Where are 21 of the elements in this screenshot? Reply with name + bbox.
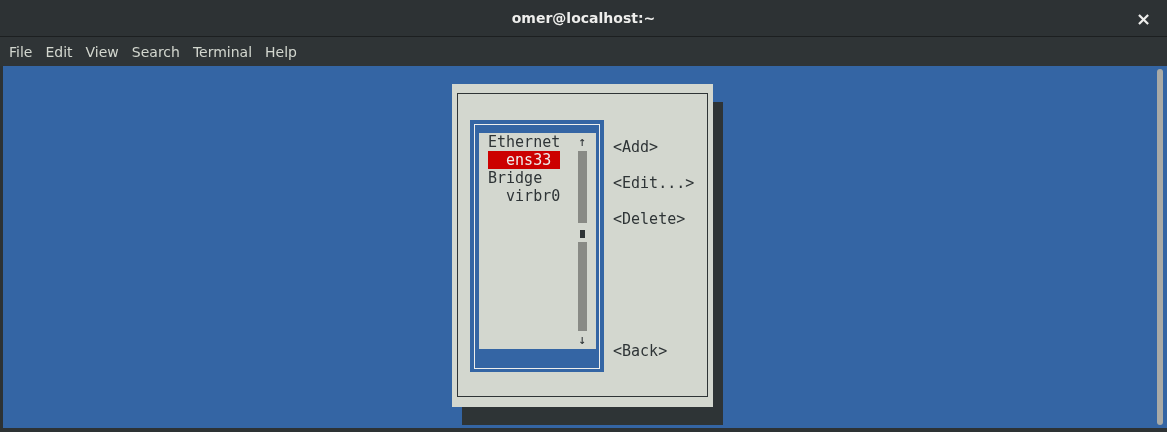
menu-item[interactable]: Search [124, 41, 186, 62]
menu-item[interactable]: Help [258, 41, 303, 62]
menu-item[interactable]: Terminal [185, 41, 259, 62]
scrollbar-thumb[interactable] [580, 229, 585, 238]
action-button[interactable]: <Delete> [613, 210, 686, 228]
group-label: Ethernet [488, 133, 561, 151]
action-button[interactable]: <Edit...> [613, 174, 695, 192]
scroll-down-arrow[interactable]: ↓ [578, 331, 587, 349]
scroll-up-arrow[interactable]: ↑ [578, 133, 587, 151]
close-button[interactable]: × [1131, 8, 1155, 29]
menu-item[interactable]: View [78, 41, 125, 62]
window-title: omer@localhost:~ [511, 10, 656, 26]
connection-item[interactable]: virbr0 [488, 187, 561, 205]
menu-item[interactable]: File [2, 41, 39, 62]
menu-item[interactable]: Edit [38, 41, 79, 62]
action-button[interactable]: <Add> [613, 138, 659, 156]
back-button[interactable]: <Back> [613, 342, 668, 360]
connection-item[interactable]: ens33 [488, 151, 561, 169]
group-label: Bridge [488, 169, 543, 187]
scrollbar[interactable] [1157, 69, 1163, 425]
scrollbar-track [578, 151, 587, 223]
